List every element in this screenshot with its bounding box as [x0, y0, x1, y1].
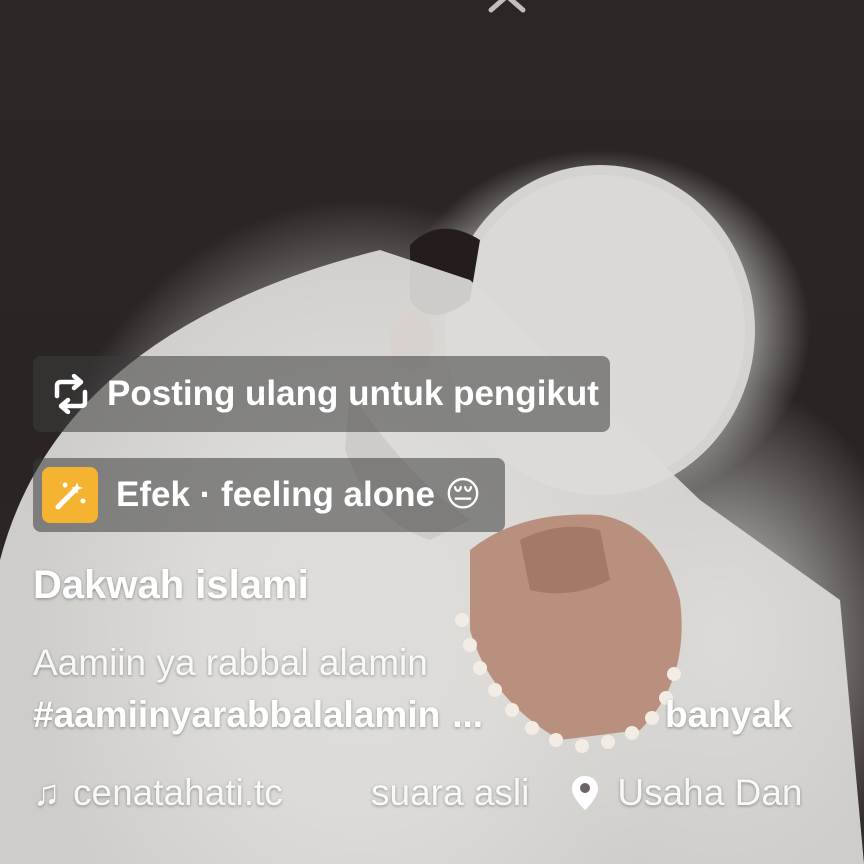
- sound-location-row: ♫ cenatahati.tc suara asli Usaha Dan: [33, 770, 802, 816]
- hashtag-link[interactable]: #aamiinyarabbalalamin: [33, 694, 440, 736]
- repost-label: Posting ulang untuk pengikut: [107, 374, 599, 413]
- caption-text: Aamiin ya rabbal alamin: [33, 642, 428, 683]
- effect-label: Efek · feeling alone 😔: [116, 475, 482, 514]
- author-name[interactable]: Dakwah islami: [33, 563, 309, 608]
- effect-chip[interactable]: Efek · feeling alone 😔: [33, 458, 505, 532]
- top-indicator-icon: [488, 0, 526, 13]
- caption-ellipsis: ...: [452, 694, 484, 735]
- sound-author[interactable]: cenatahati.tc: [73, 772, 327, 814]
- location-label[interactable]: Usaha Dan: [617, 772, 802, 814]
- repost-icon: [49, 372, 93, 416]
- effect-sparkle-icon: [42, 467, 98, 523]
- location-pin-icon: [569, 773, 603, 813]
- music-note-icon: ♫: [33, 772, 60, 813]
- repost-chip[interactable]: Posting ulang untuk pengikut: [33, 356, 610, 432]
- caption-hashtag-line: #aamiinyarabbalalamin... banyak: [33, 694, 833, 736]
- see-more-link[interactable]: banyak: [665, 694, 793, 736]
- sound-title[interactable]: suara asli: [371, 772, 529, 814]
